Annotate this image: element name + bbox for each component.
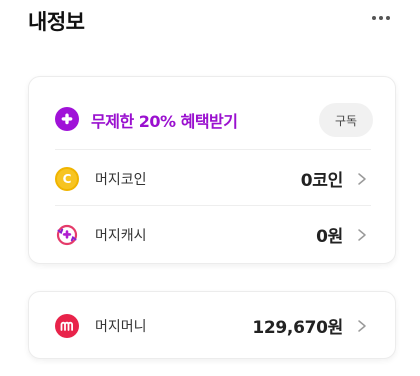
page-title: 내정보	[28, 10, 85, 34]
coin-value: 0코인	[300, 171, 344, 191]
promo-row[interactable]: 무제한 20% 혜택받기 구독	[55, 103, 373, 139]
plus-circle-icon	[55, 107, 79, 131]
money-label: 머지머니	[95, 319, 147, 335]
cash-icon	[55, 223, 79, 247]
chevron-right-icon	[358, 173, 366, 185]
header: 내정보	[0, 0, 420, 44]
membership-wallet-card: 무제한 20% 혜택받기 구독 C 머지코인 0코인 머지캐시 0원	[28, 76, 396, 264]
coin-icon: C	[55, 167, 79, 191]
money-value: 129,670원	[252, 318, 343, 338]
divider	[55, 149, 371, 150]
wallet-row-coin[interactable]: C 머지코인 0코인	[55, 152, 371, 206]
more-horizontal-icon[interactable]	[370, 14, 392, 22]
wallet-row-money[interactable]: 머지머니 129,670원	[55, 299, 371, 353]
cash-value: 0원	[316, 227, 343, 247]
chevron-right-icon	[358, 320, 366, 332]
chevron-right-icon	[358, 229, 366, 241]
money-card: 머지머니 129,670원	[28, 291, 396, 359]
promo-label: 무제한 20% 혜택받기	[91, 112, 238, 131]
cash-label: 머지캐시	[95, 228, 147, 244]
coin-label: 머지코인	[95, 172, 147, 188]
divider	[55, 205, 371, 206]
money-icon	[55, 314, 79, 338]
subscribe-button[interactable]: 구독	[319, 103, 373, 137]
wallet-row-cash[interactable]: 머지캐시 0원	[55, 208, 371, 262]
